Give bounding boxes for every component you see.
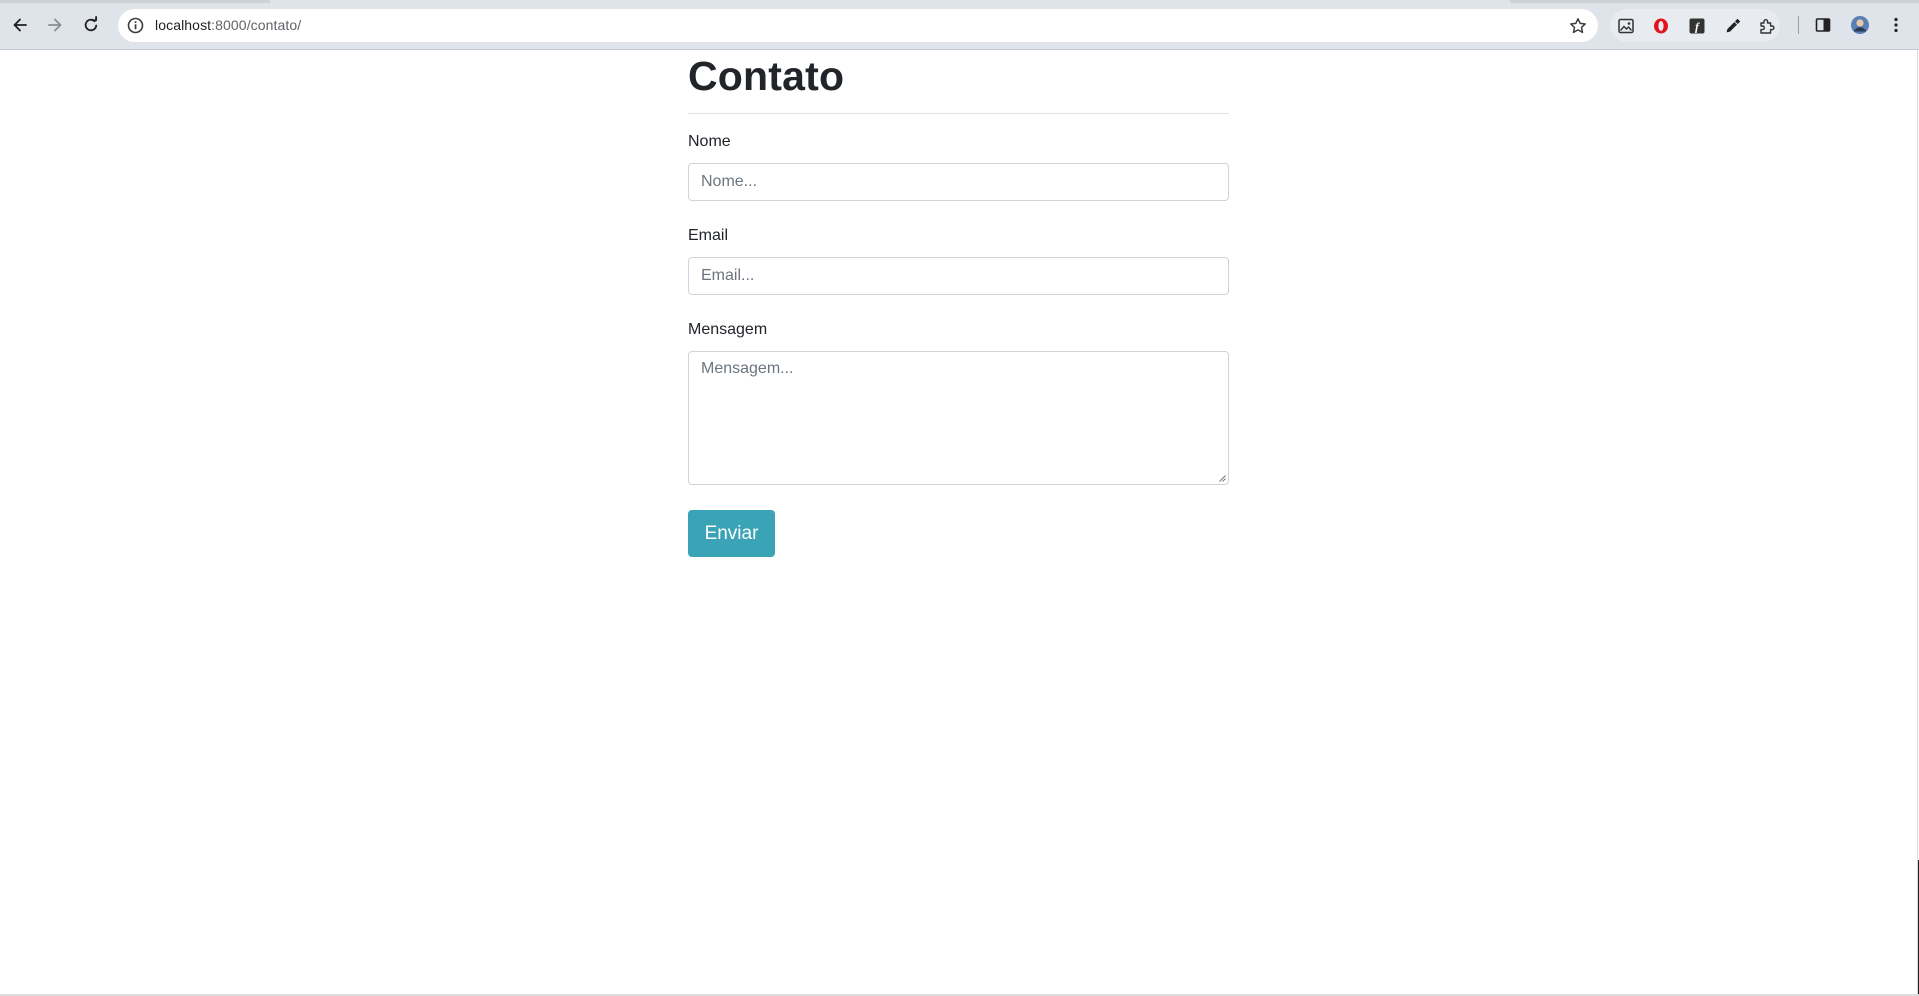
email-placeholder: Email...: [701, 267, 755, 284]
active-tab-indicator: [270, 0, 1510, 3]
image-extension-icon[interactable]: [1615, 15, 1637, 37]
arrow-left-icon: [13, 18, 27, 32]
star-icon[interactable]: [1567, 15, 1588, 36]
kebab-menu-icon[interactable]: [1885, 14, 1907, 36]
side-panel-icon[interactable]: [1812, 14, 1834, 36]
address-bar[interactable]: localhost:8000/contato/: [118, 9, 1598, 42]
message-textarea[interactable]: Mensagem...: [688, 351, 1229, 485]
extensions-group: f: [1610, 9, 1780, 42]
browser-toolbar: localhost:8000/contato/ f: [0, 0, 1919, 50]
message-placeholder: Mensagem...: [701, 360, 794, 377]
puzzle-extensions-icon[interactable]: [1756, 15, 1778, 37]
profile-avatar[interactable]: [1849, 14, 1871, 36]
toolbar-separator: [1798, 16, 1799, 34]
forward-button[interactable]: [41, 11, 69, 39]
submit-button[interactable]: Enviar: [688, 510, 775, 557]
url-path: :8000/contato/: [211, 17, 302, 33]
arrow-right-icon: [48, 18, 62, 32]
font-extension-icon[interactable]: f: [1686, 15, 1708, 37]
name-label: Nome: [688, 133, 731, 150]
info-circle-icon[interactable]: [126, 16, 145, 35]
reload-icon: [84, 16, 98, 32]
name-placeholder: Nome...: [701, 173, 758, 190]
tab-strip: [0, 0, 1919, 3]
message-label: Mensagem: [688, 321, 768, 338]
email-label: Email: [688, 227, 729, 244]
url-text[interactable]: localhost:8000/contato/: [155, 17, 301, 33]
reload-button[interactable]: [77, 11, 105, 39]
resize-handle-icon[interactable]: [1218, 474, 1226, 482]
opera-extension-icon[interactable]: [1650, 15, 1672, 37]
title-divider: [688, 113, 1229, 114]
back-button[interactable]: [6, 11, 34, 39]
url-host: localhost: [155, 17, 212, 33]
email-input[interactable]: Email...: [688, 257, 1229, 295]
page-title: Contato: [688, 53, 845, 99]
eyedropper-extension-icon[interactable]: [1722, 15, 1744, 37]
name-input[interactable]: Nome...: [688, 163, 1229, 201]
